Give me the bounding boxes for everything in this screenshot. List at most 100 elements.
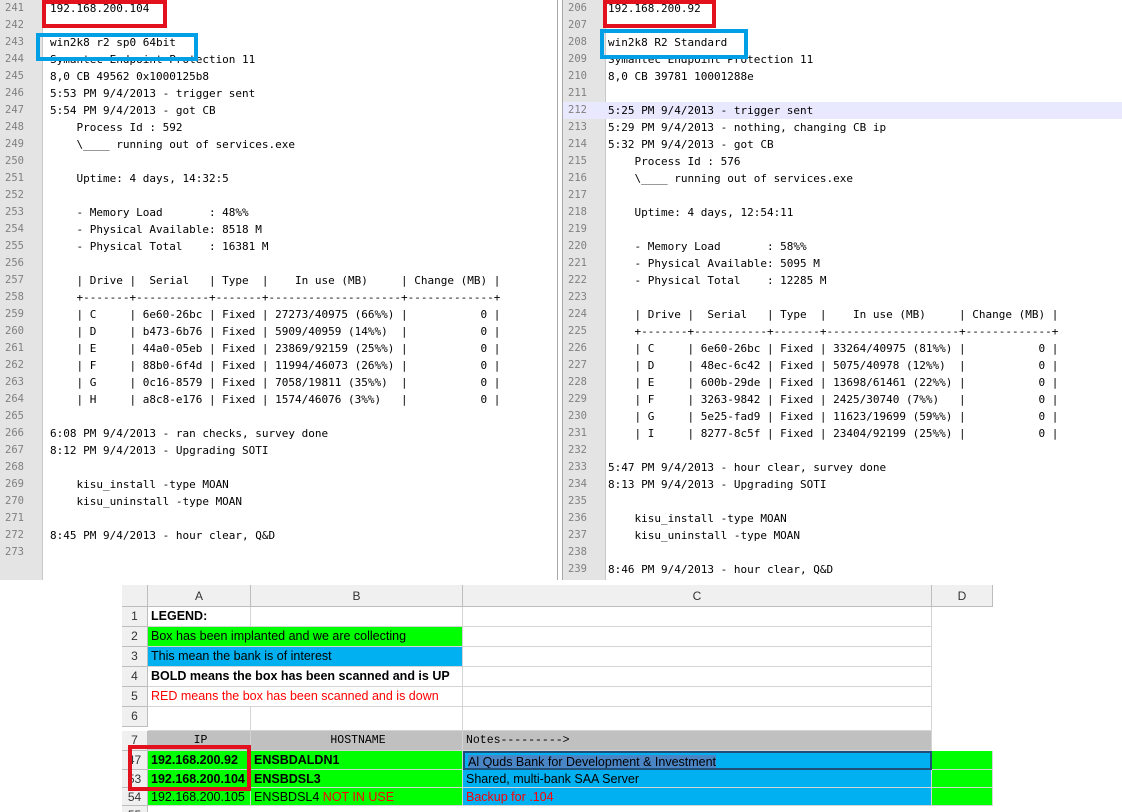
editor-line[interactable]: 237 kisu_uninstall -type MOAN (563, 527, 1122, 544)
editor-line[interactable]: 258 +-------+-----------+-------+-------… (0, 289, 557, 306)
editor-line[interactable]: 213 5:29 PM 9/4/2013 - nothing, changing … (563, 119, 1122, 136)
editor-line[interactable]: 256 (0, 255, 557, 272)
editor-line[interactable]: 239 8:46 PM 9/4/2013 - hour clear, Q&D (563, 561, 1122, 578)
ip-cell[interactable]: 192.168.200.104 (148, 770, 251, 788)
editor-line[interactable]: 238 (563, 544, 1122, 561)
editor-line[interactable]: 232 (563, 442, 1122, 459)
editor-line[interactable]: 251 Uptime: 4 days, 14:32:5 (0, 170, 557, 187)
cell[interactable] (463, 647, 932, 667)
left-editor-pane[interactable]: 241 192.168.200.104 242 --------------- 243 w… (0, 0, 558, 580)
editor-line[interactable]: 270 kisu_uninstall -type MOAN (0, 493, 557, 510)
hostname-column-header[interactable]: HOSTNAME (251, 731, 463, 751)
editor-line[interactable]: 245 8,0 CB 49562 0x1000125b8 (0, 68, 557, 85)
row-header[interactable]: 47 (122, 751, 148, 770)
ip-cell[interactable]: 192.168.200.105 (148, 788, 251, 806)
cell[interactable] (148, 707, 251, 731)
editor-line[interactable]: 226 | C | 6e60-26bc | Fixed | 33264/4097… (563, 340, 1122, 357)
cell[interactable] (932, 751, 993, 770)
editor-line[interactable]: 229 | F | 3263-9842 | Fixed | 2425/30740… (563, 391, 1122, 408)
row-header[interactable]: 3 (122, 647, 148, 667)
editor-line[interactable]: 225 +-------+-----------+-------+-------… (563, 323, 1122, 340)
editor-line[interactable]: 234 8:13 PM 9/4/2013 - Upgrading SOTI (563, 476, 1122, 493)
cell[interactable] (463, 707, 932, 731)
notes-cell[interactable]: Shared, multi-bank SAA Server (463, 770, 932, 788)
row-header[interactable]: 54 (122, 788, 148, 806)
editor-line[interactable]: 223 (563, 289, 1122, 306)
legend-implanted[interactable]: Box has been implanted and we are collec… (148, 627, 463, 647)
editor-line[interactable]: 217 (563, 187, 1122, 204)
editor-line[interactable]: 241 192.168.200.104 (0, 0, 557, 17)
hostname-cell[interactable]: ENSBDSL3 (251, 770, 463, 788)
right-editor-pane[interactable]: 206 192.168.200.92 207 208 win2k8 R2 Standar… (562, 0, 1122, 580)
cell[interactable] (932, 788, 993, 806)
editor-line[interactable]: 224 | Drive | Serial | Type | In use (MB… (563, 306, 1122, 323)
editor-line[interactable]: 259 | C | 6e60-26bc | Fixed | 27273/4097… (0, 306, 557, 323)
cell[interactable] (463, 607, 932, 627)
editor-line[interactable]: 243 win2k8 r2 sp0 64bit (0, 34, 557, 51)
editor-line[interactable]: 220 - Memory Load : 58%% (563, 238, 1122, 255)
row-header[interactable]: 53 (122, 770, 148, 788)
editor-line[interactable]: 206 192.168.200.92 (563, 0, 1122, 17)
editor-line[interactable]: 216 \____ running out of services.exe (563, 170, 1122, 187)
editor-line[interactable]: 230 | G | 5e25-fad9 | Fixed | 11623/1969… (563, 408, 1122, 425)
legend-bold[interactable]: BOLD means the box has been scanned and … (148, 667, 463, 687)
editor-line[interactable]: 212 5:25 PM 9/4/2013 - trigger sent (563, 102, 1122, 119)
editor-line[interactable]: 246 5:53 PM 9/4/2013 - trigger sent (0, 85, 557, 102)
editor-line[interactable]: 208 win2k8 R2 Standard (563, 34, 1122, 51)
editor-line[interactable]: 272 8:45 PM 9/4/2013 - hour clear, Q&D (0, 527, 557, 544)
editor-line[interactable]: 211 (563, 85, 1122, 102)
row-header[interactable]: 4 (122, 667, 148, 687)
row-header[interactable]: 55 (122, 806, 148, 812)
row-header[interactable]: 5 (122, 687, 148, 707)
editor-line[interactable]: 255 - Physical Total : 16381 M (0, 238, 557, 255)
editor-line[interactable]: 269 kisu_install -type MOAN (0, 476, 557, 493)
spreadsheet[interactable]: A B C D 1 2 3 4 5 6 7 47 53 54 55 LEGEND… (122, 585, 993, 812)
editor-line[interactable]: 218 Uptime: 4 days, 12:54:11 (563, 204, 1122, 221)
editor-line[interactable]: 273 (0, 544, 557, 561)
editor-line[interactable]: 235 (563, 493, 1122, 510)
editor-line[interactable]: 209 Symantec Endpoint Protection 11 (563, 51, 1122, 68)
hostname-cell[interactable]: ENSBDALDN1 (251, 751, 463, 770)
notes-column-header[interactable]: Notes---------> (463, 731, 932, 751)
editor-line[interactable]: 271 (0, 510, 557, 527)
column-header-c[interactable]: C (463, 585, 932, 607)
cell[interactable] (251, 707, 463, 731)
notes-cell[interactable]: Backup for .104 (463, 788, 932, 806)
editor-line[interactable]: 250 (0, 153, 557, 170)
editor-line[interactable]: 261 | E | 44a0-05eb | Fixed | 23869/9215… (0, 340, 557, 357)
editor-line[interactable]: 228 | E | 600b-29de | Fixed | 13698/6146… (563, 374, 1122, 391)
legend-red[interactable]: RED means the box has been scanned and i… (148, 687, 463, 707)
column-header-b[interactable]: B (251, 585, 463, 607)
hostname-cell[interactable]: ENSBDSL4 NOT IN USE (251, 788, 463, 806)
editor-line[interactable]: 267 8:12 PM 9/4/2013 - Upgrading SOTI (0, 442, 557, 459)
legend-interest[interactable]: This mean the bank is of interest (148, 647, 463, 667)
notes-cell[interactable]: Al Quds Bank for Development & Investmen… (463, 751, 932, 770)
editor-line[interactable]: 236 kisu_install -type MOAN (563, 510, 1122, 527)
editor-line[interactable]: 262 | F | 88b0-6f4d | Fixed | 11994/4607… (0, 357, 557, 374)
row-header[interactable]: 2 (122, 627, 148, 647)
editor-line[interactable]: 244 Symantec Endpoint Protection 11 (0, 51, 557, 68)
editor-line[interactable]: 207 (563, 17, 1122, 34)
column-header-d[interactable]: D (932, 585, 993, 607)
editor-line[interactable]: 219 (563, 221, 1122, 238)
corner-header[interactable] (122, 585, 148, 607)
editor-line[interactable]: 227 | D | 48ec-6c42 | Fixed | 5075/40978… (563, 357, 1122, 374)
ip-column-header[interactable]: IP (148, 731, 251, 751)
row-header[interactable]: 6 (122, 707, 148, 727)
cell[interactable] (251, 607, 463, 627)
editor-line[interactable]: 252 (0, 187, 557, 204)
editor-line[interactable]: 215 Process Id : 576 (563, 153, 1122, 170)
ip-cell[interactable]: 192.168.200.92 (148, 751, 251, 770)
editor-line[interactable]: 231 | I | 8277-8c5f | Fixed | 23404/9219… (563, 425, 1122, 442)
column-header-a[interactable]: A (148, 585, 251, 607)
editor-line[interactable]: 210 8,0 CB 39781 10001288e (563, 68, 1122, 85)
editor-line[interactable]: 268 (0, 459, 557, 476)
editor-line[interactable]: 254 - Physical Available: 8518 M (0, 221, 557, 238)
editor-line[interactable]: 222 - Physical Total : 12285 M (563, 272, 1122, 289)
legend-title[interactable]: LEGEND: (148, 607, 251, 627)
editor-line[interactable]: 233 5:47 PM 9/4/2013 - hour clear, survey… (563, 459, 1122, 476)
editor-line[interactable]: 248 Process Id : 592 (0, 119, 557, 136)
editor-line[interactable]: 253 - Memory Load : 48%% (0, 204, 557, 221)
editor-line[interactable]: 264 | H | a8c8-e176 | Fixed | 1574/46076… (0, 391, 557, 408)
row-header[interactable]: 1 (122, 607, 148, 627)
